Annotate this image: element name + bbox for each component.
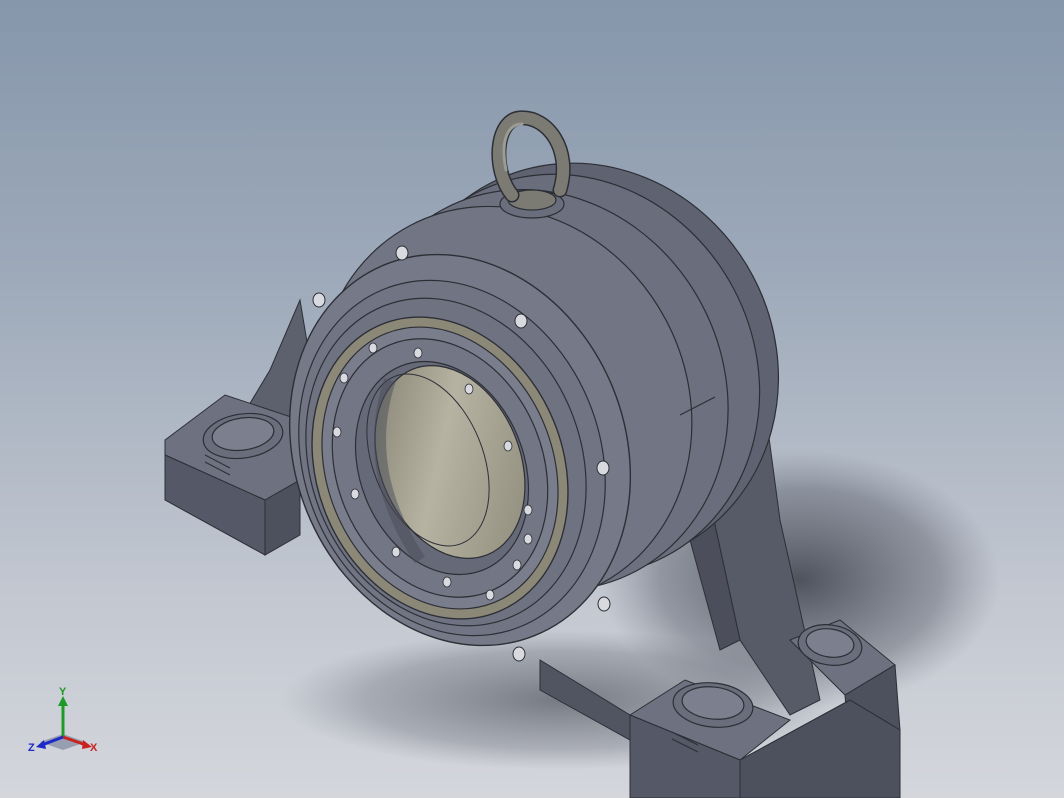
triad-z-label: Z	[28, 742, 35, 754]
triad-x-label: X	[90, 742, 98, 754]
bearing-housing-model[interactable]	[0, 0, 1064, 798]
triad-y-label: Y	[59, 686, 67, 698]
coordinate-triad[interactable]: Y X Z	[26, 684, 106, 756]
graphics-viewport[interactable]: Y X Z	[0, 0, 1064, 798]
